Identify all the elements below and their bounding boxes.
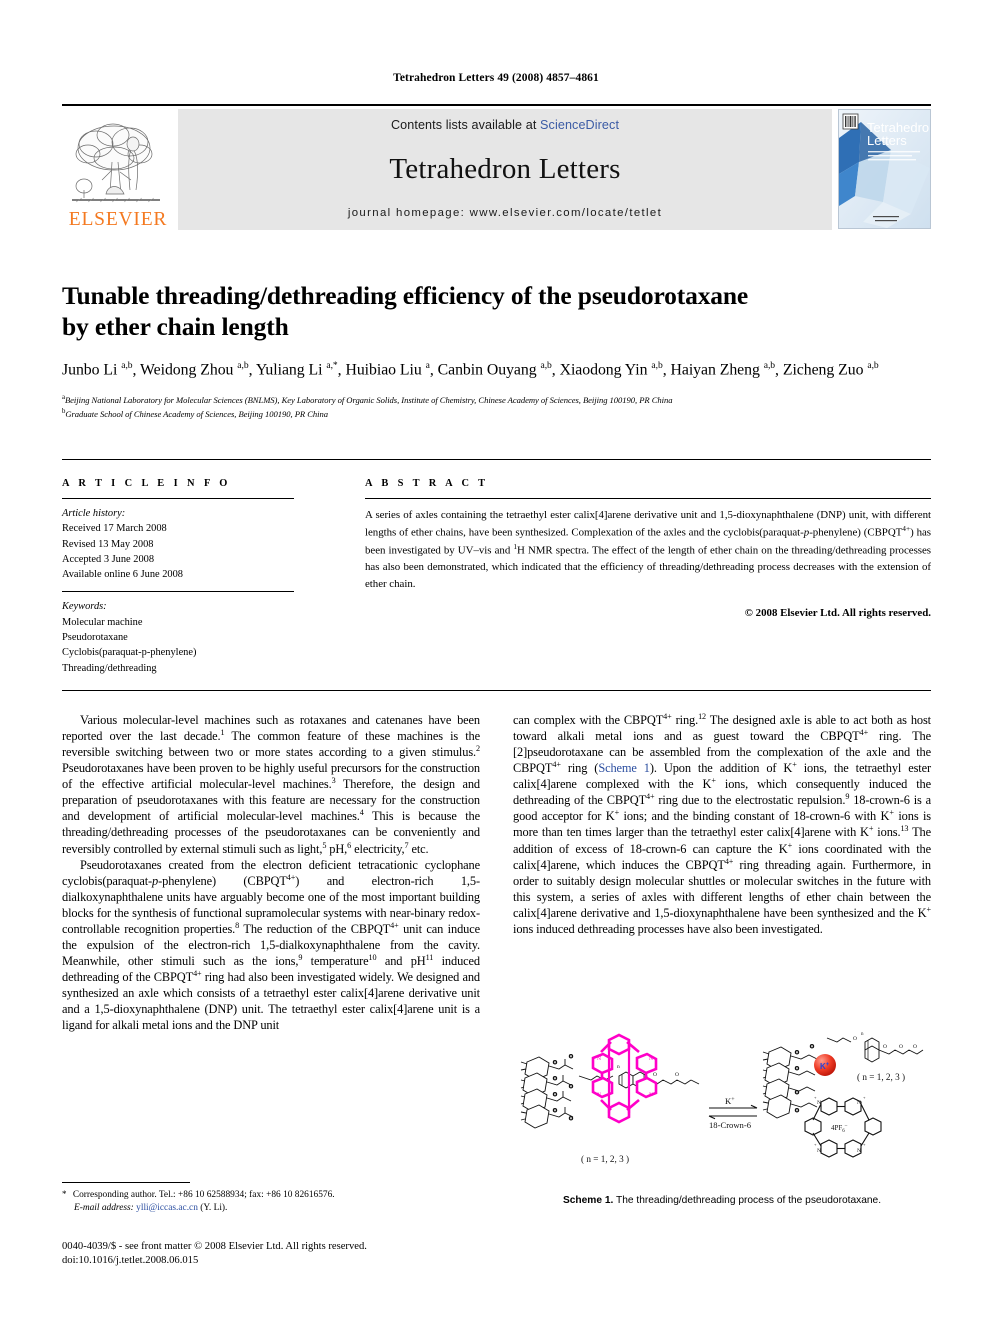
history-item: Accepted 3 June 2008 xyxy=(62,553,155,565)
svg-text:N: N xyxy=(597,1092,601,1098)
svg-text:O: O xyxy=(913,1044,917,1050)
affiliation-b: bGraduate School of Chinese Academy of S… xyxy=(62,407,328,419)
body-paragraph: can complex with the CBPQT4+ ring.12 The… xyxy=(513,711,932,936)
svg-text:Letters: Letters xyxy=(867,133,907,148)
scheme-illustration: O O O O O O O O O n NN NN (n = 1, 2, 3 … xyxy=(513,1016,931,1188)
svg-text:N: N xyxy=(597,1056,601,1062)
keyword-item: Cyclobis(paraquat-p-phenylene) xyxy=(62,647,197,659)
email-owner: (Y. Li). xyxy=(200,1203,228,1214)
svg-text:N: N xyxy=(649,1056,653,1062)
author-list: Junbo Li a,b, Weidong Zhou a,b, Yuliang … xyxy=(62,360,879,379)
svg-text:N: N xyxy=(857,1100,861,1106)
article-title: Tunable threading/dethreading efficiency… xyxy=(62,280,931,342)
affiliation-a-text: Beijing National Laboratory for Molecula… xyxy=(64,394,673,405)
svg-text:N: N xyxy=(857,1148,861,1154)
article-history-label: Article history: xyxy=(62,508,126,519)
front-matter: 0040-4039/$ - see front matter © 2008 El… xyxy=(62,1240,502,1269)
svg-text:O: O xyxy=(795,1050,799,1056)
elsevier-tree-icon xyxy=(72,123,160,202)
keywords-block: Keywords: Molecular machine Pseudorotaxa… xyxy=(62,592,294,675)
svg-text:O: O xyxy=(795,1108,799,1114)
contents-available-line: Contents lists available at ScienceDirec… xyxy=(391,118,619,132)
scheme-left-n-label: ( n = 1, 2, 3 ) xyxy=(581,1154,629,1164)
svg-text:O: O xyxy=(853,1036,857,1042)
arrow-bottom-label: 18-Crown-6 xyxy=(709,1120,752,1130)
abstract-heading: A B S T R A C T xyxy=(365,478,489,489)
keyword-item: Threading/dethreading xyxy=(62,662,157,674)
keyword-item: Pseudorotaxane xyxy=(62,632,128,644)
abstract-column: A B S T R A C T A series of axles contai… xyxy=(365,478,931,619)
svg-text:O: O xyxy=(569,1116,573,1122)
affiliations: aBeijing National Laboratory for Molecul… xyxy=(62,393,931,421)
svg-text:O: O xyxy=(553,1060,557,1066)
article-info-heading: A R T I C L E I N F O xyxy=(62,478,231,489)
svg-text:O: O xyxy=(810,1044,814,1050)
svg-text:N: N xyxy=(817,1100,821,1106)
affiliation-b-text: Graduate School of Chinese Academy of Sc… xyxy=(65,408,328,419)
body-paragraph: Pseudorotaxanes created from the electro… xyxy=(62,857,480,1033)
scheme-caption-label: Scheme 1. xyxy=(562,1195,614,1206)
svg-text:O: O xyxy=(675,1072,679,1078)
cover-artwork-icon: Tetrahedron Letters xyxy=(839,110,930,228)
svg-text:O: O xyxy=(569,1084,573,1090)
article-history: Article history: Received 17 March 2008 … xyxy=(62,499,294,582)
journal-banner: Contents lists available at ScienceDirec… xyxy=(178,109,832,230)
article-title-line1: Tunable threading/dethreading efficiency… xyxy=(62,281,749,310)
email-link[interactable]: ylli@iccas.ac.cn xyxy=(136,1203,198,1213)
footnote-rule xyxy=(62,1182,190,1183)
title-block: Tunable threading/dethreading efficiency… xyxy=(62,280,931,420)
elsevier-logo: ELSEVIER xyxy=(62,109,174,230)
journal-masthead: ELSEVIER Contents lists available at Sci… xyxy=(62,104,931,230)
article-page: Tetrahedron Letters 49 (2008) 4857–4861 xyxy=(0,0,992,1323)
affiliation-a: aBeijing National Laboratory for Molecul… xyxy=(62,393,673,405)
svg-text:N: N xyxy=(817,1148,821,1154)
body-column-left: Various molecular-level machines such as… xyxy=(62,712,480,1033)
history-item: Available online 6 June 2008 xyxy=(62,569,184,581)
body-paragraph: Various molecular-level machines such as… xyxy=(62,713,481,856)
doi-line[interactable]: doi:10.1016/j.tetlet.2008.06.015 xyxy=(62,1254,502,1268)
front-matter-line1: 0040-4039/$ - see front matter © 2008 El… xyxy=(62,1241,367,1252)
corresponding-author-line: * Corresponding author. Tel.: +86 10 625… xyxy=(62,1189,335,1200)
corresponding-author-footnote: * Corresponding author. Tel.: +86 10 625… xyxy=(62,1182,480,1216)
keywords-label: Keywords: xyxy=(62,601,107,613)
scheme-caption-text: The threading/dethreading process of the… xyxy=(613,1195,882,1206)
svg-text:O: O xyxy=(899,1044,903,1050)
svg-text:O: O xyxy=(795,1066,799,1072)
svg-text:N: N xyxy=(649,1092,653,1098)
contents-prefix: Contents lists available at xyxy=(390,118,541,132)
abstract-text: A series of axles containing the tetraet… xyxy=(365,509,932,590)
journal-title: Tetrahedron Letters xyxy=(389,153,621,185)
scheme-right-n-label: ( n = 1, 2, 3 ) xyxy=(857,1072,905,1082)
svg-text:O: O xyxy=(553,1108,557,1114)
history-item: Received 17 March 2008 xyxy=(62,523,167,535)
svg-text:O: O xyxy=(553,1076,557,1082)
article-title-line2: by ether chain length xyxy=(62,312,289,342)
journal-homepage-link[interactable]: journal homepage: www.elsevier.com/locat… xyxy=(348,207,662,219)
dnp-naphthalene-right-icon xyxy=(864,1037,880,1063)
elsevier-wordmark: ELSEVIER xyxy=(68,208,168,230)
svg-text:O: O xyxy=(553,1092,557,1098)
email-line: E-mail address: ylli@iccas.ac.cn (Y. Li)… xyxy=(62,1202,480,1215)
sciencedirect-link[interactable]: ScienceDirect xyxy=(540,118,619,132)
abstract-copyright: © 2008 Elsevier Ltd. All rights reserved… xyxy=(744,607,931,620)
svg-text:O: O xyxy=(569,1054,573,1060)
article-info-column: A R T I C L E I N F O Article history: R… xyxy=(62,478,294,676)
body-column-right: can complex with the CBPQT4+ ring.12 The… xyxy=(513,712,931,937)
svg-text:O: O xyxy=(883,1044,887,1050)
info-rule-bottom xyxy=(62,690,931,691)
running-head: Tetrahedron Letters 49 (2008) 4857–4861 xyxy=(393,72,599,84)
keyword-item: Molecular machine xyxy=(62,616,143,628)
journal-cover-thumbnail: Tetrahedron Letters xyxy=(838,109,931,229)
svg-text:O: O xyxy=(795,1090,799,1096)
svg-text:n: n xyxy=(617,1064,620,1070)
svg-text:O: O xyxy=(653,1072,657,1078)
history-item: Revised 13 May 2008 xyxy=(62,538,154,550)
scheme-figure: O O O O O O O O O n N N N N (n = 1, 2, … xyxy=(513,1016,931,1207)
email-label: E-mail address: xyxy=(74,1203,134,1214)
scheme-caption: Scheme 1. The threading/dethreading proc… xyxy=(513,1194,931,1207)
info-rule-top xyxy=(62,459,931,460)
